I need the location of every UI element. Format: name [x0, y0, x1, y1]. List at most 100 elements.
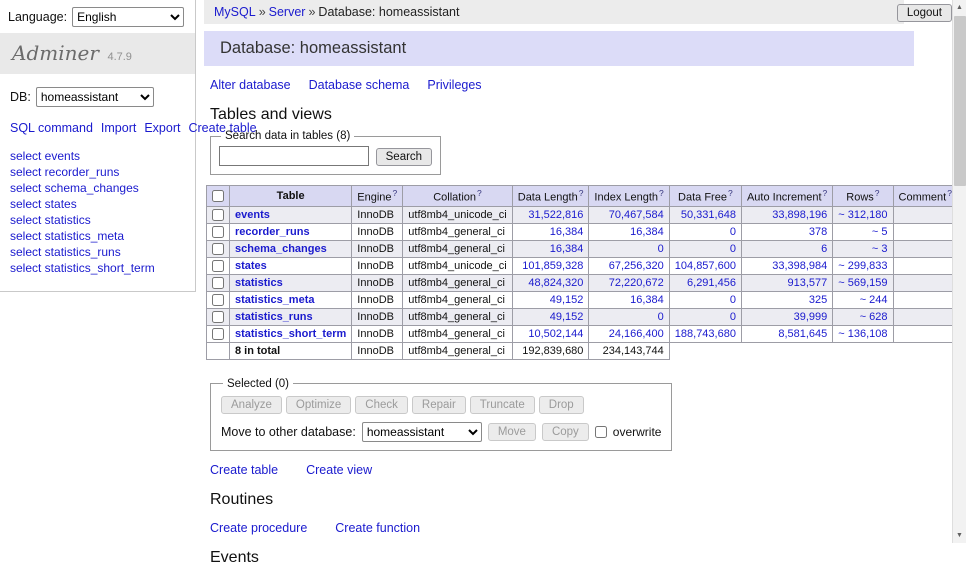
sidebar-select-statistics-runs-link[interactable]: select statistics_runs — [10, 245, 185, 260]
rows-link[interactable]: ~ 628 — [860, 311, 888, 323]
scrollbar-up-button[interactable]: ▲ — [953, 0, 966, 15]
overwrite-checkbox[interactable] — [595, 426, 607, 438]
table-link-schema_changes[interactable]: schema_changes — [235, 243, 327, 255]
data-free-link[interactable]: 0 — [730, 226, 736, 238]
search-input[interactable] — [219, 146, 369, 166]
link-create-procedure[interactable]: Create procedure — [210, 521, 307, 535]
scrollbar[interactable]: ▲ ▼ — [952, 0, 966, 543]
index-length-link[interactable]: 0 — [658, 311, 664, 323]
rows-link[interactable]: ~ 569,159 — [838, 277, 887, 289]
table-link-statistics_runs[interactable]: statistics_runs — [235, 311, 313, 323]
select-all-checkbox[interactable] — [212, 190, 224, 202]
link-create-table[interactable]: Create table — [210, 463, 278, 477]
table-link-recorder_runs[interactable]: recorder_runs — [235, 226, 310, 238]
auto-increment-link[interactable]: 913,577 — [788, 277, 828, 289]
data-length-link[interactable]: 49,152 — [550, 294, 584, 306]
sidebar-select-recorder-runs-link[interactable]: select recorder_runs — [10, 165, 185, 180]
repair-button[interactable]: Repair — [412, 396, 466, 414]
move-db-select[interactable]: homeassistant — [362, 422, 482, 442]
sidebar-link-sql-command[interactable]: SQL command — [10, 121, 93, 135]
column-help-data-free[interactable]: ? — [728, 188, 733, 198]
index-length-link[interactable]: 70,467,584 — [609, 209, 664, 221]
row-checkbox-statistics_short_term[interactable] — [212, 328, 224, 340]
column-help-data-length[interactable]: ? — [579, 188, 584, 198]
table-link-statistics[interactable]: statistics — [235, 277, 283, 289]
scrollbar-down-button[interactable]: ▼ — [953, 528, 966, 543]
table-link-statistics_short_term[interactable]: statistics_short_term — [235, 328, 346, 340]
row-checkbox-states[interactable] — [212, 260, 224, 272]
link-create-view[interactable]: Create view — [306, 463, 372, 477]
row-checkbox-events[interactable] — [212, 209, 224, 221]
auto-increment-link[interactable]: 8,581,645 — [778, 328, 827, 340]
scrollbar-thumb[interactable] — [954, 16, 966, 186]
data-free-link[interactable]: 0 — [730, 243, 736, 255]
rows-link[interactable]: ~ 299,833 — [838, 260, 887, 272]
index-length-link[interactable]: 16,384 — [630, 294, 664, 306]
move-button[interactable]: Move — [488, 423, 536, 441]
rows-link[interactable]: ~ 5 — [872, 226, 888, 238]
data-free-link[interactable]: 188,743,680 — [675, 328, 736, 340]
check-button[interactable]: Check — [355, 396, 408, 414]
sidebar-select-statistics-short-term-link[interactable]: select statistics_short_term — [10, 261, 185, 276]
data-length-link[interactable]: 31,522,816 — [528, 209, 583, 221]
index-length-link[interactable]: 16,384 — [630, 226, 664, 238]
data-free-link[interactable]: 6,291,456 — [687, 277, 736, 289]
analyze-button[interactable]: Analyze — [221, 396, 282, 414]
column-help-rows[interactable]: ? — [875, 188, 880, 198]
data-free-link[interactable]: 0 — [730, 311, 736, 323]
sidebar-link-export[interactable]: Export — [144, 121, 180, 135]
index-length-link[interactable]: 72,220,672 — [609, 277, 664, 289]
table-link-events[interactable]: events — [235, 209, 270, 221]
sidebar-select-statistics-link[interactable]: select statistics — [10, 213, 185, 228]
db-select[interactable]: homeassistant — [36, 87, 154, 107]
sidebar-link-import[interactable]: Import — [101, 121, 136, 135]
action-link-database-schema[interactable]: Database schema — [309, 78, 410, 92]
optimize-button[interactable]: Optimize — [286, 396, 351, 414]
breadcrumb-server-link[interactable]: Server — [269, 5, 306, 19]
rows-link[interactable]: ~ 312,180 — [838, 209, 887, 221]
language-select[interactable]: English — [72, 7, 184, 27]
rows-link[interactable]: ~ 244 — [860, 294, 888, 306]
breadcrumb-mysql-link[interactable]: MySQL — [214, 5, 256, 19]
row-checkbox-recorder_runs[interactable] — [212, 226, 224, 238]
column-help-auto-increment[interactable]: ? — [823, 188, 828, 198]
link-create-function[interactable]: Create function — [335, 521, 420, 535]
row-checkbox-schema_changes[interactable] — [212, 243, 224, 255]
column-help-engine[interactable]: ? — [393, 188, 398, 198]
data-length-link[interactable]: 49,152 — [550, 311, 584, 323]
copy-button[interactable]: Copy — [542, 423, 589, 441]
column-help-collation[interactable]: ? — [477, 188, 482, 198]
auto-increment-link[interactable]: 6 — [821, 243, 827, 255]
data-length-link[interactable]: 16,384 — [550, 243, 584, 255]
auto-increment-link[interactable]: 33,898,196 — [772, 209, 827, 221]
sidebar-select-statistics-meta-link[interactable]: select statistics_meta — [10, 229, 185, 244]
row-checkbox-statistics_meta[interactable] — [212, 294, 224, 306]
data-free-link[interactable]: 0 — [730, 294, 736, 306]
rows-link[interactable]: ~ 136,108 — [838, 328, 887, 340]
row-checkbox-statistics[interactable] — [212, 277, 224, 289]
adminer-home-link[interactable]: Adminer — [12, 41, 99, 65]
column-help-index-length[interactable]: ? — [659, 188, 664, 198]
drop-button[interactable]: Drop — [539, 396, 584, 414]
table-link-statistics_meta[interactable]: statistics_meta — [235, 294, 315, 306]
index-length-link[interactable]: 67,256,320 — [609, 260, 664, 272]
data-length-link[interactable]: 101,859,328 — [522, 260, 583, 272]
rows-link[interactable]: ~ 3 — [872, 243, 888, 255]
sidebar-select-events-link[interactable]: select events — [10, 149, 185, 164]
auto-increment-link[interactable]: 33,398,984 — [772, 260, 827, 272]
data-free-link[interactable]: 104,857,600 — [675, 260, 736, 272]
auto-increment-link[interactable]: 378 — [809, 226, 827, 238]
data-length-link[interactable]: 48,824,320 — [528, 277, 583, 289]
data-length-link[interactable]: 16,384 — [550, 226, 584, 238]
action-link-alter-database[interactable]: Alter database — [210, 78, 291, 92]
auto-increment-link[interactable]: 39,999 — [794, 311, 828, 323]
sidebar-select-states-link[interactable]: select states — [10, 197, 185, 212]
index-length-link[interactable]: 24,166,400 — [609, 328, 664, 340]
logout-button[interactable]: Logout — [897, 4, 952, 22]
truncate-button[interactable]: Truncate — [470, 396, 535, 414]
table-link-states[interactable]: states — [235, 260, 267, 272]
sidebar-select-schema-changes-link[interactable]: select schema_changes — [10, 181, 185, 196]
search-button[interactable]: Search — [376, 148, 432, 166]
row-checkbox-statistics_runs[interactable] — [212, 311, 224, 323]
data-length-link[interactable]: 10,502,144 — [528, 328, 583, 340]
